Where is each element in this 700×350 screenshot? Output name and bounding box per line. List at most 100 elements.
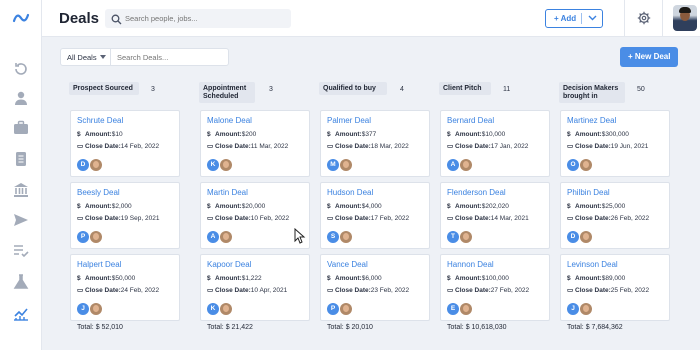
dollar-icon: $: [77, 203, 81, 210]
history-icon[interactable]: [12, 60, 30, 78]
assignee-badge[interactable]: S: [327, 231, 339, 243]
deal-close-row: ▭ Close Date:24 Feb, 2022: [77, 287, 160, 294]
deal-amount: $377: [361, 131, 377, 138]
deal-card[interactable]: Bernard Deal $ Amount:$10,000 ▭ Close Date…: [440, 110, 550, 177]
deal-card[interactable]: Levinson Deal $ Amount:$89,000 ▭ Close Dat…: [560, 254, 670, 321]
contact-avatar[interactable]: [220, 231, 232, 243]
deal-card[interactable]: Schrute Deal $ Amount:$10 ▭ Close Date:14 …: [70, 110, 180, 177]
deal-search-input[interactable]: [117, 52, 222, 63]
deal-amount-row: $ Amount:$25,000: [567, 203, 626, 210]
dollar-icon: $: [327, 203, 331, 210]
deal-filter-bar: All Deals: [60, 48, 229, 66]
assignee-badge[interactable]: M: [327, 159, 339, 171]
deal-amount-row: $ Amount:$89,000: [567, 275, 626, 282]
assignee-badge[interactable]: E: [447, 303, 459, 315]
analytics-icon[interactable]: [12, 304, 30, 322]
deal-card[interactable]: Martinez Deal $ Amount:$300,000 ▭ Close Da…: [560, 110, 670, 177]
contact-avatar[interactable]: [580, 231, 592, 243]
deal-card[interactable]: Philbin Deal $ Amount:$25,000 ▭ Close Date…: [560, 182, 670, 249]
assignee-badge[interactable]: D: [77, 159, 89, 171]
assignee-badge[interactable]: P: [77, 231, 89, 243]
gear-icon[interactable]: [637, 11, 651, 30]
deal-card[interactable]: Halpert Deal $ Amount:$50,000 ▭ Close Date…: [70, 254, 180, 321]
deal-card[interactable]: Flenderson Deal $ Amount:$202,020 ▭ Close …: [440, 182, 550, 249]
assignee-badge[interactable]: T: [447, 231, 459, 243]
contact-avatar[interactable]: [580, 303, 592, 315]
document-icon[interactable]: [12, 150, 30, 168]
deal-title[interactable]: Malone Deal: [207, 116, 252, 125]
contact-avatar[interactable]: [340, 231, 352, 243]
column-total-value: $ 7,684,362: [585, 324, 623, 331]
deal-title[interactable]: Levinson Deal: [567, 260, 618, 269]
global-search-input[interactable]: [125, 11, 285, 26]
deal-card[interactable]: Vance Deal $ Amount:$6,000 ▭ Close Date:23…: [320, 254, 430, 321]
deal-title[interactable]: Palmer Deal: [327, 116, 371, 125]
dollar-icon: $: [447, 275, 451, 282]
dollar-icon: $: [567, 203, 571, 210]
deal-card[interactable]: Hudson Deal $ Amount:$4,000 ▭ Close Date:1…: [320, 182, 430, 249]
people-icon[interactable]: [12, 89, 30, 107]
checklist-icon[interactable]: [12, 242, 30, 260]
flask-icon[interactable]: [12, 273, 30, 291]
contact-avatar[interactable]: [340, 303, 352, 315]
deal-close-row: ▭ Close Date:11 Mar, 2022: [207, 143, 289, 150]
contact-avatar[interactable]: [460, 231, 472, 243]
deal-card[interactable]: Malone Deal $ Amount:$200 ▭ Close Date:11 …: [200, 110, 310, 177]
assignee-badge[interactable]: J: [567, 303, 579, 315]
app-logo-icon[interactable]: [11, 8, 31, 28]
contact-avatar[interactable]: [220, 303, 232, 315]
deal-title[interactable]: Bernard Deal: [447, 116, 494, 125]
contact-avatar[interactable]: [220, 159, 232, 171]
user-avatar[interactable]: [673, 5, 697, 31]
assignee-badge[interactable]: J: [77, 303, 89, 315]
assignee-badge[interactable]: D: [567, 231, 579, 243]
assignee-badge[interactable]: K: [207, 303, 219, 315]
deal-card[interactable]: Hannon Deal $ Amount:$100,000 ▭ Close Date…: [440, 254, 550, 321]
assignee-badge[interactable]: K: [207, 159, 219, 171]
assignee-badge[interactable]: P: [327, 303, 339, 315]
calendar-icon: ▭: [567, 143, 574, 150]
dollar-icon: $: [207, 203, 211, 210]
chevron-down-icon[interactable]: [587, 12, 598, 25]
briefcase-icon[interactable]: [12, 119, 30, 137]
deal-title[interactable]: Halpert Deal: [77, 260, 121, 269]
new-deal-button[interactable]: + New Deal: [620, 47, 678, 67]
deal-title[interactable]: Martin Deal: [207, 188, 248, 197]
deal-title[interactable]: Martinez Deal: [567, 116, 616, 125]
header-divider: [662, 0, 663, 37]
deal-title[interactable]: Philbin Deal: [567, 188, 610, 197]
contact-avatar[interactable]: [340, 159, 352, 171]
deal-title[interactable]: Beesly Deal: [77, 188, 120, 197]
contact-avatar[interactable]: [90, 303, 102, 315]
deal-card[interactable]: Palmer Deal $ Amount:$377 ▭ Close Date:18 …: [320, 110, 430, 177]
deal-card[interactable]: Kapoor Deal $ Amount:$1,222 ▭ Close Date:1…: [200, 254, 310, 321]
deal-title[interactable]: Hannon Deal: [447, 260, 494, 269]
bank-icon[interactable]: [12, 181, 30, 199]
deal-title[interactable]: Kapoor Deal: [207, 260, 251, 269]
deal-title[interactable]: Flenderson Deal: [447, 188, 506, 197]
deal-amount: $25,000: [601, 203, 626, 210]
deal-close-date: 26 Feb, 2022: [610, 215, 650, 222]
contact-avatar[interactable]: [460, 159, 472, 171]
deal-card[interactable]: Beesly Deal $ Amount:$2,000 ▭ Close Date:1…: [70, 182, 180, 249]
calendar-icon: ▭: [447, 143, 454, 150]
contact-avatar[interactable]: [460, 303, 472, 315]
deal-close-row: ▭ Close Date:17 Feb, 2022: [327, 215, 410, 222]
send-icon[interactable]: [12, 211, 30, 229]
assignee-badge[interactable]: O: [567, 159, 579, 171]
contact-avatar[interactable]: [580, 159, 592, 171]
deal-close-row: ▭ Close Date:25 Feb, 2022: [567, 287, 650, 294]
deal-title[interactable]: Schrute Deal: [77, 116, 123, 125]
deal-view-select[interactable]: All Deals: [61, 49, 111, 65]
deal-title[interactable]: Vance Deal: [327, 260, 368, 269]
add-button[interactable]: + Add: [545, 9, 603, 28]
header-divider: [624, 0, 625, 37]
contact-avatar[interactable]: [90, 231, 102, 243]
global-search[interactable]: [105, 9, 291, 28]
deal-close-date: 19 Jun, 2021: [610, 143, 649, 150]
column-name: Decision Makers brought in: [559, 82, 625, 103]
assignee-badge[interactable]: A: [207, 231, 219, 243]
contact-avatar[interactable]: [90, 159, 102, 171]
deal-title[interactable]: Hudson Deal: [327, 188, 373, 197]
assignee-badge[interactable]: A: [447, 159, 459, 171]
